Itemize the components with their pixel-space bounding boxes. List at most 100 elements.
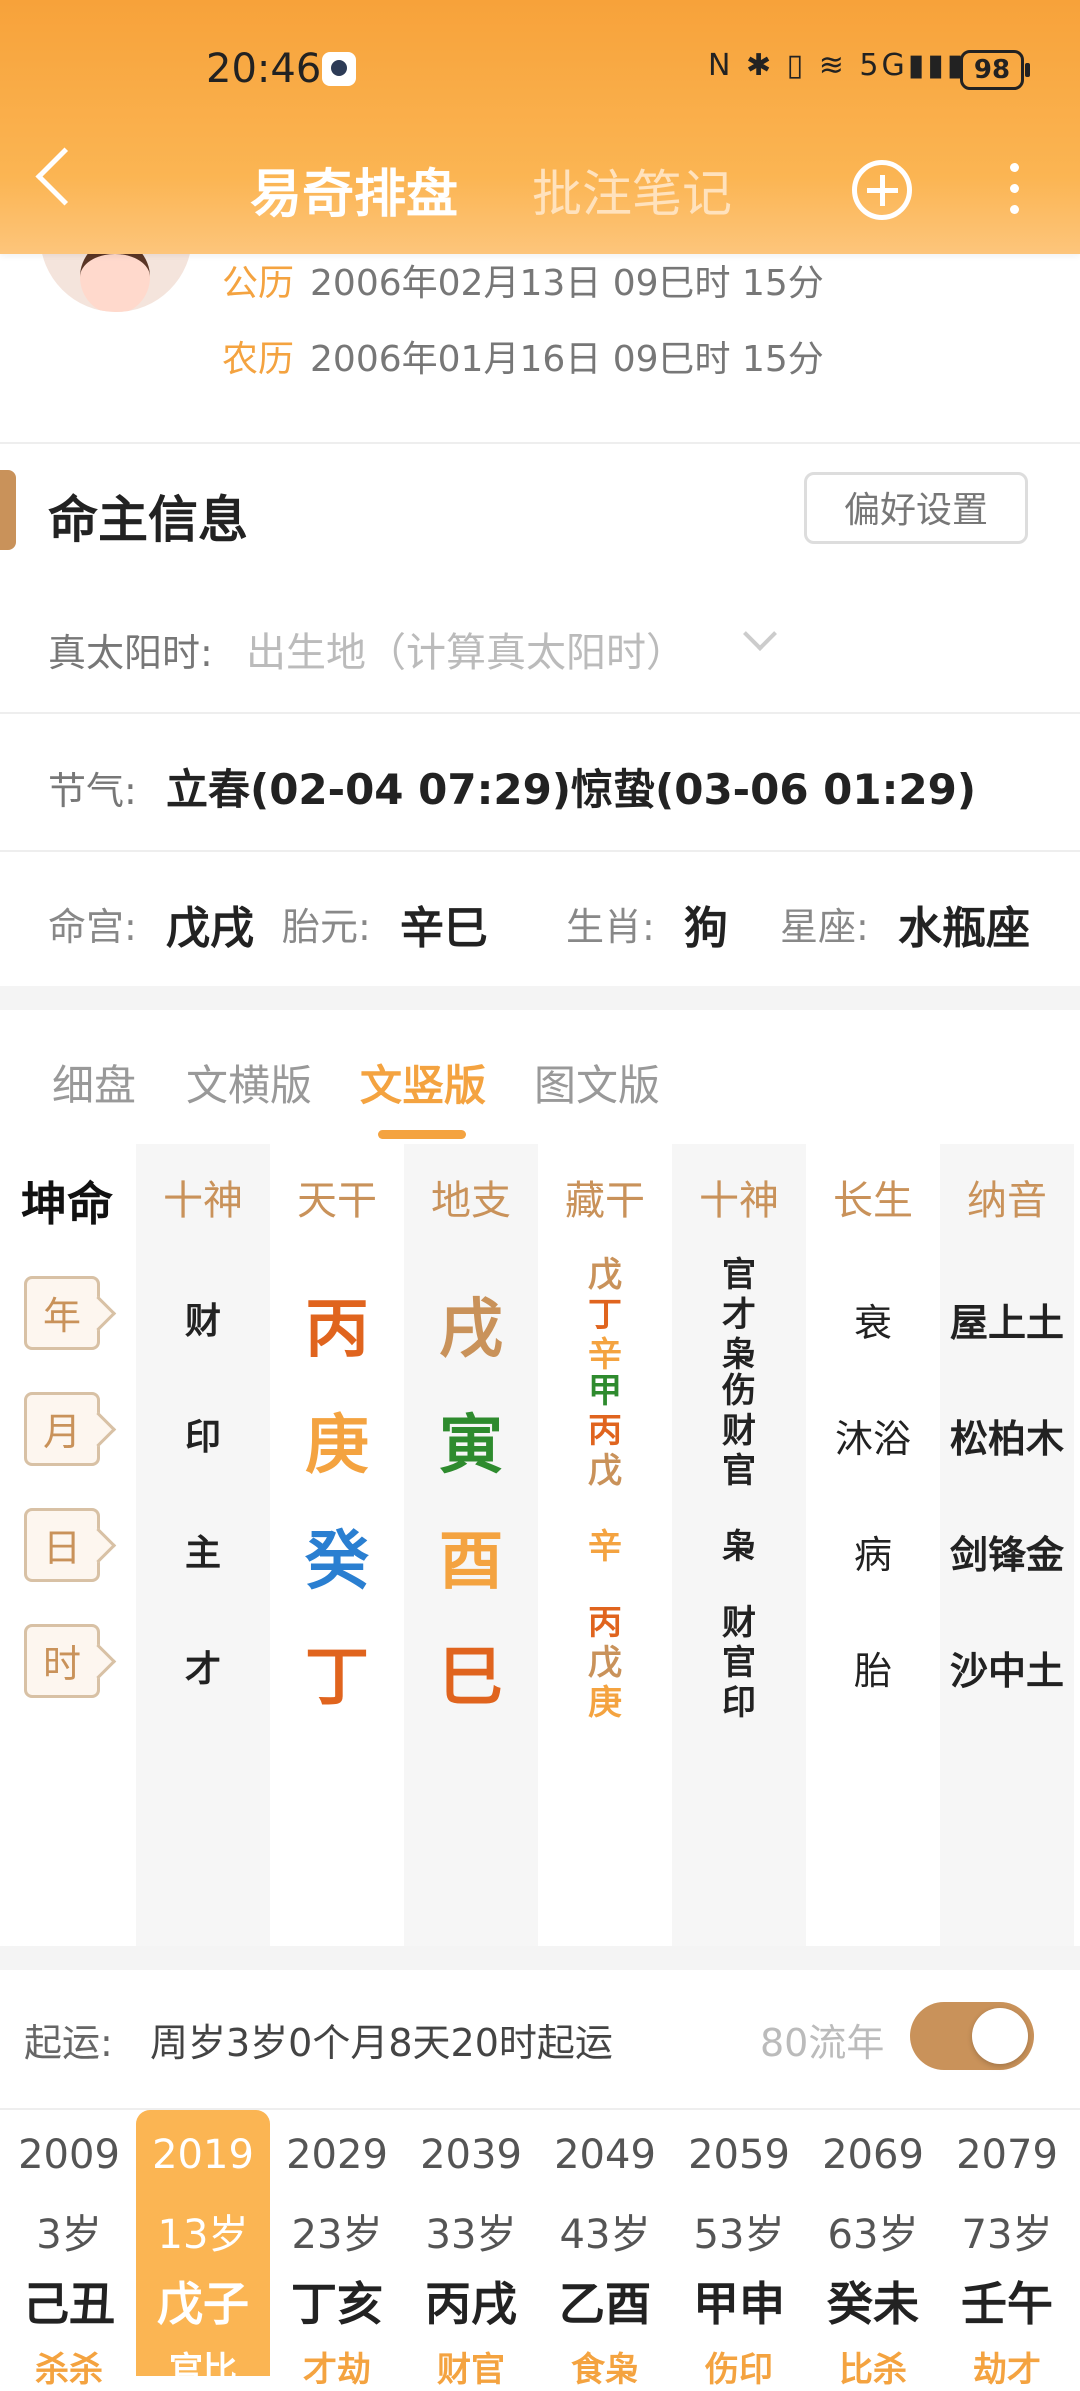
pillar-tag[interactable]: 月 xyxy=(24,1392,100,1466)
dayun-year: 2019 xyxy=(152,2132,254,2178)
header-shishen-2: 十神 xyxy=(699,1178,779,1224)
birthplace-select[interactable]: 出生地（计算真太阳时） xyxy=(246,620,686,678)
canggan-char: 丙 xyxy=(588,1603,622,1643)
section-gap xyxy=(0,986,1080,1010)
dayun-age: 53岁 xyxy=(693,2212,785,2258)
active-tab-indicator xyxy=(378,1130,466,1139)
back-icon[interactable] xyxy=(35,147,94,206)
canggan-shishen-cell: 枭 xyxy=(672,1527,806,1567)
preferences-button[interactable]: 偏好设置 xyxy=(804,472,1028,544)
solar-value: 2006年02月13日 09巳时 15分 xyxy=(310,263,824,304)
tab-yiqi-paipan[interactable]: 易奇排盘 xyxy=(250,152,458,227)
dayun-item[interactable]: 2019 13岁 戊子 官比 xyxy=(136,2110,270,2390)
tiangan-cell: 癸 xyxy=(305,1525,369,1599)
shishen-cell: 印 xyxy=(184,1417,221,1458)
canggan-char: 甲 xyxy=(588,1371,622,1411)
dayun-shishen: 伤印 xyxy=(705,2350,773,2390)
liunian-label: 80流年 xyxy=(760,2021,885,2065)
dayun-ganzhi: 甲申 xyxy=(693,2277,785,2331)
canggan-cell: 戊丁辛 xyxy=(538,1255,672,1375)
pillar-tag[interactable]: 年 xyxy=(24,1276,100,1350)
canggan-shishen-char: 印 xyxy=(722,1683,756,1723)
dayun-shishen: 才劫 xyxy=(303,2350,371,2390)
dayun-year: 2049 xyxy=(554,2132,656,2178)
shengxiao-value: 狗 xyxy=(684,903,728,954)
dayun-age: 33岁 xyxy=(425,2212,517,2258)
dayun-item[interactable]: 2029 23岁 丁亥 才劫 xyxy=(270,2110,404,2390)
tab-wenshu[interactable]: 文竖版 xyxy=(360,1052,486,1113)
dayun-shishen: 劫才 xyxy=(973,2350,1041,2390)
canggan-shishen-char: 官 xyxy=(722,1451,756,1491)
lunar-value: 2006年01月16日 09巳时 15分 xyxy=(310,339,824,380)
dayun-item[interactable]: 2039 33岁 丙戌 财官 xyxy=(404,2110,538,2390)
more-icon[interactable] xyxy=(1010,163,1020,214)
dayun-age: 73岁 xyxy=(961,2212,1053,2258)
shishen-cell: 财 xyxy=(184,1301,221,1342)
canggan-char: 戊 xyxy=(588,1643,622,1683)
section-accent xyxy=(0,470,16,550)
tab-xipan[interactable]: 细盘 xyxy=(52,1052,136,1113)
canggan-shishen-cell: 伤财官 xyxy=(672,1371,806,1491)
canggan-shishen-char: 枭 xyxy=(722,1335,756,1375)
dayun-shishen: 比杀 xyxy=(839,2350,907,2390)
dayun-item[interactable]: 2009 3岁己丑杀杀 xyxy=(2,2110,136,2390)
canggan-char: 丙 xyxy=(588,1411,622,1451)
canggan-char: 戊 xyxy=(588,1451,622,1491)
dayun-ganzhi: 己丑 xyxy=(23,2277,115,2331)
dizhi-cell: 酉 xyxy=(439,1525,503,1599)
dayun-shishen: 杀杀 xyxy=(35,2350,103,2390)
dayun-item[interactable]: 2059 53岁 甲申 伤印 xyxy=(672,2110,806,2390)
header-shishen: 十神 xyxy=(163,1178,243,1224)
canggan-shishen-char: 伤 xyxy=(722,1371,756,1411)
dayun-shishen: 食枭 xyxy=(571,2350,639,2390)
tab-tuwen[interactable]: 图文版 xyxy=(534,1052,660,1113)
pillar-tag[interactable]: 日 xyxy=(24,1508,100,1582)
liunian-toggle[interactable] xyxy=(910,2002,1034,2070)
battery-icon: 98 xyxy=(960,50,1030,90)
xingzuo-value: 水瓶座 xyxy=(898,903,1030,954)
add-icon[interactable] xyxy=(852,160,912,220)
canggan-char: 丁 xyxy=(588,1295,622,1335)
changsheng-cell: 胎 xyxy=(853,1649,892,1693)
canggan-char: 辛 xyxy=(588,1527,622,1567)
canggan-shishen-char: 枭 xyxy=(722,1527,756,1567)
lunar-label: 农历 xyxy=(222,339,295,380)
canggan-shishen-char: 官 xyxy=(722,1643,756,1683)
header-changsheng: 长生 xyxy=(833,1178,913,1224)
dizhi-cell: 巳 xyxy=(439,1641,503,1715)
xingzuo-label: 星座: xyxy=(780,905,869,949)
app-header: 20:46 N ✱ ▯ ≋ 5G▮▮▮ 98 易奇排盘 批注笔记 xyxy=(0,0,1080,254)
solar-label: 公历 xyxy=(222,263,295,304)
dayun-age: 3岁 xyxy=(36,2212,102,2258)
dayun-item[interactable]: 2069 63岁 癸未 比杀 xyxy=(806,2110,940,2390)
canggan-shishen-cell: 财官印 xyxy=(672,1603,806,1723)
qiyun-value: 周岁3岁0个月8天20时起运 xyxy=(150,2021,613,2065)
minggong-label: 命宫: xyxy=(48,905,137,949)
changsheng-cell: 衰 xyxy=(853,1301,892,1345)
dayun-year: 2079 xyxy=(956,2132,1058,2178)
dayun-ganzhi: 丁亥 xyxy=(291,2277,383,2331)
tab-annotation-notes[interactable]: 批注笔记 xyxy=(532,154,732,226)
dayun-age: 23岁 xyxy=(291,2212,383,2258)
jieqi-value: 立春(02-04 07:29)惊蛰(03-06 01:29) xyxy=(166,765,977,814)
nayin-cell: 屋上土 xyxy=(949,1301,1064,1345)
shishen-cell: 主 xyxy=(184,1533,221,1574)
tab-wenheng[interactable]: 文横版 xyxy=(186,1052,312,1113)
divider xyxy=(0,442,1080,444)
divider xyxy=(0,712,1080,714)
taiyuan-value: 辛巳 xyxy=(400,903,488,954)
changsheng-cell: 沐浴 xyxy=(834,1417,911,1461)
solar-date: 公历 2006年02月13日 09巳时 15分 xyxy=(222,254,824,306)
dayun-ganzhi: 戊子 xyxy=(157,2277,249,2331)
pillar-tag[interactable]: 时 xyxy=(24,1624,100,1698)
dizhi-cell: 戌 xyxy=(439,1293,503,1367)
canggan-shishen-char: 官 xyxy=(722,1255,756,1295)
shengxiao-label: 生肖: xyxy=(566,905,655,949)
tiangan-cell: 丁 xyxy=(305,1641,369,1715)
section-gap xyxy=(0,1946,1080,1970)
dayun-item[interactable]: 2049 43岁 乙酉 食枭 xyxy=(538,2110,672,2390)
dayun-item[interactable]: 2079 73岁 壬午 劫才 xyxy=(940,2110,1074,2390)
nayin-cell: 松柏木 xyxy=(949,1417,1064,1461)
chevron-down-icon[interactable] xyxy=(743,617,777,651)
dayun-year: 2009 xyxy=(18,2132,120,2178)
